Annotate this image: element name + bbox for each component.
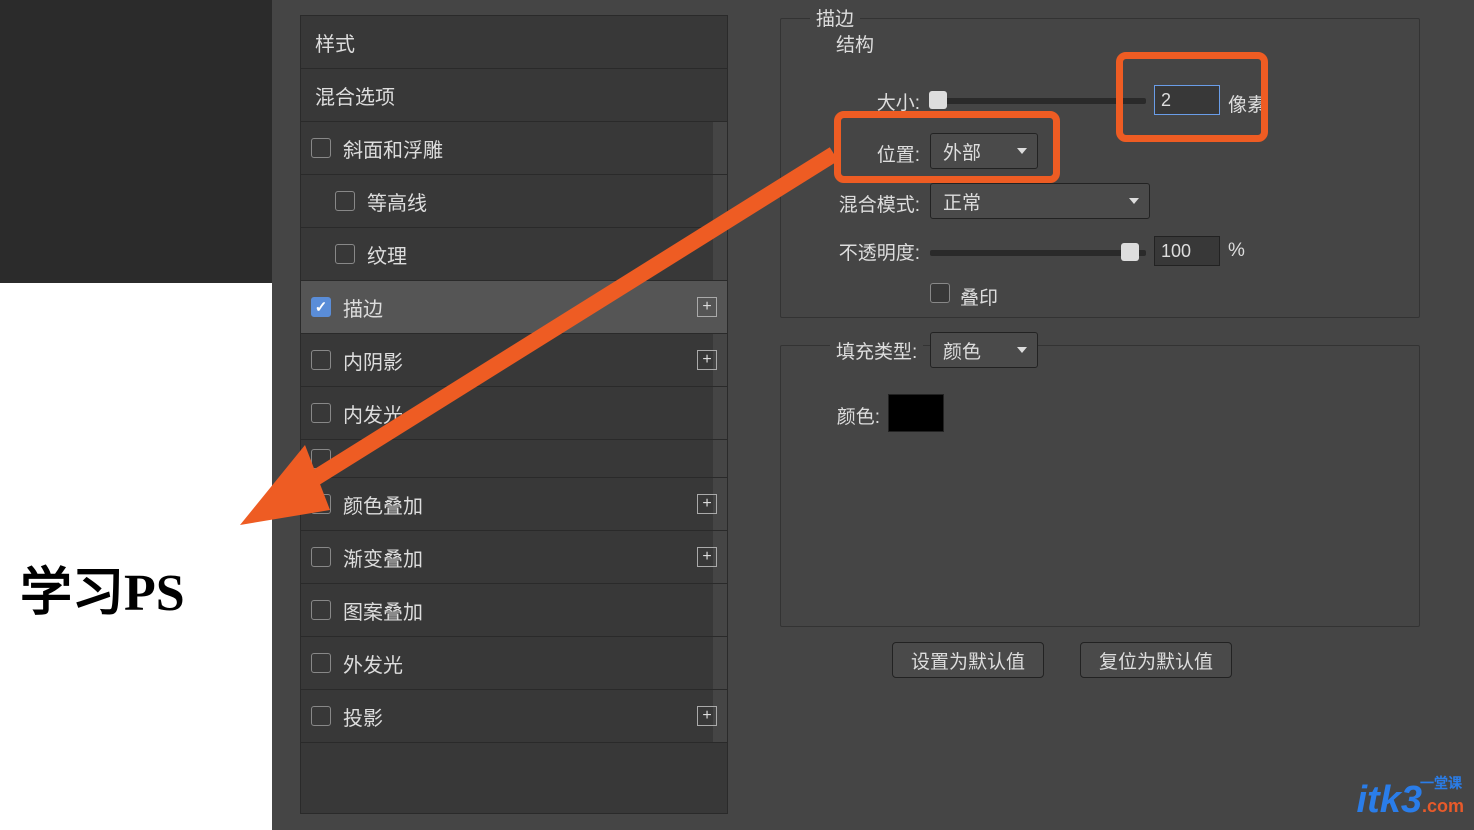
stroke-checkbox[interactable] xyxy=(311,297,331,317)
color-overlay-label: 颜色叠加 xyxy=(343,490,423,519)
styles-header-label: 样式 xyxy=(315,28,355,57)
canvas-area: 学习PS xyxy=(0,0,300,830)
reset-default-button[interactable]: 复位为默认值 xyxy=(1080,642,1232,678)
texture-label: 纹理 xyxy=(367,240,407,269)
size-unit: 像素 xyxy=(1228,90,1278,117)
pattern-overlay-row[interactable]: 图案叠加 xyxy=(301,584,727,637)
outer-glow-checkbox[interactable] xyxy=(311,653,331,673)
fill-type-value: 颜色 xyxy=(943,337,981,364)
pattern-overlay-label: 图案叠加 xyxy=(343,596,423,625)
pattern-overlay-checkbox[interactable] xyxy=(311,600,331,620)
inner-shadow-row[interactable]: 内阴影 + xyxy=(301,334,727,387)
styles-footer xyxy=(301,743,727,813)
overprint-checkbox[interactable] xyxy=(930,283,950,303)
gradient-overlay-checkbox[interactable] xyxy=(311,547,331,567)
gradient-overlay-label: 渐变叠加 xyxy=(343,543,423,572)
color-swatch[interactable] xyxy=(888,394,944,432)
color-label: 颜色: xyxy=(820,402,880,429)
inner-glow-label: 内发光 xyxy=(343,399,403,428)
stroke-title: 描边 xyxy=(810,4,860,31)
blend-mode-label: 混合模式: xyxy=(820,190,920,217)
watermark: 一堂课 itk3.com xyxy=(1357,779,1465,822)
fill-type-label: 填充类型: xyxy=(830,337,923,364)
opacity-unit: % xyxy=(1228,240,1258,262)
styles-panel: 样式 混合选项 斜面和浮雕 等高线 纹理 描边 + 内阴影 + xyxy=(300,15,728,814)
gradient-overlay-row[interactable]: 渐变叠加 + xyxy=(301,531,727,584)
blend-options-label: 混合选项 xyxy=(315,81,395,110)
size-slider-thumb[interactable] xyxy=(929,91,947,109)
inner-glow-checkbox[interactable] xyxy=(311,403,331,423)
reset-default-label: 复位为默认值 xyxy=(1099,647,1213,674)
add-icon[interactable]: + xyxy=(697,297,717,317)
satin-hidden-row[interactable] xyxy=(301,440,727,478)
blend-options-row[interactable]: 混合选项 xyxy=(301,69,727,122)
watermark-tld: .com xyxy=(1422,796,1464,816)
canvas-bg-dark xyxy=(0,0,272,283)
contour-row[interactable]: 等高线 xyxy=(301,175,727,228)
blend-mode-value: 正常 xyxy=(943,188,981,215)
add-icon[interactable]: + xyxy=(697,350,717,370)
chevron-down-icon xyxy=(1129,198,1139,204)
outer-glow-label: 外发光 xyxy=(343,649,403,678)
stroke-label: 描边 xyxy=(343,293,383,322)
texture-row[interactable]: 纹理 xyxy=(301,228,727,281)
add-icon[interactable]: + xyxy=(697,494,717,514)
drop-shadow-row[interactable]: 投影 + xyxy=(301,690,727,743)
stroke-row[interactable]: 描边 + xyxy=(301,281,727,334)
color-overlay-row[interactable]: 颜色叠加 + xyxy=(301,478,727,531)
outer-glow-row[interactable]: 外发光 xyxy=(301,637,727,690)
fill-type-dropdown[interactable]: 颜色 xyxy=(930,332,1038,368)
position-label: 位置: xyxy=(820,140,920,167)
opacity-label: 不透明度: xyxy=(800,238,920,265)
add-icon[interactable]: + xyxy=(697,706,717,726)
opacity-input[interactable] xyxy=(1154,236,1220,266)
blend-mode-dropdown[interactable]: 正常 xyxy=(930,183,1150,219)
watermark-brand: itk3 xyxy=(1357,779,1422,821)
size-slider[interactable] xyxy=(930,98,1146,104)
overprint-label: 叠印 xyxy=(960,283,1020,310)
size-label: 大小: xyxy=(820,88,920,115)
chevron-down-icon xyxy=(1017,148,1027,154)
position-dropdown[interactable]: 外部 xyxy=(930,133,1038,169)
structure-fieldset xyxy=(780,18,1420,318)
drop-shadow-label: 投影 xyxy=(343,702,383,731)
inner-shadow-label: 内阴影 xyxy=(343,346,403,375)
satin-checkbox[interactable] xyxy=(311,449,331,469)
bevel-emboss-checkbox[interactable] xyxy=(311,138,331,158)
watermark-cn: 一堂课 xyxy=(1420,773,1462,793)
layer-style-dialog: 样式 混合选项 斜面和浮雕 等高线 纹理 描边 + 内阴影 + xyxy=(300,0,1474,830)
contour-checkbox[interactable] xyxy=(335,191,355,211)
add-icon[interactable]: + xyxy=(697,547,717,567)
contour-label: 等高线 xyxy=(367,187,427,216)
inner-glow-row[interactable]: 内发光 xyxy=(301,387,727,440)
set-default-button[interactable]: 设置为默认值 xyxy=(892,642,1044,678)
position-value: 外部 xyxy=(943,138,981,165)
styles-header[interactable]: 样式 xyxy=(301,16,727,69)
opacity-slider[interactable] xyxy=(930,250,1146,256)
color-overlay-checkbox[interactable] xyxy=(311,494,331,514)
canvas-sample-text: 学习PS xyxy=(20,550,185,625)
chevron-down-icon xyxy=(1017,347,1027,353)
set-default-label: 设置为默认值 xyxy=(911,647,1025,674)
opacity-slider-thumb[interactable] xyxy=(1121,243,1139,261)
size-input[interactable] xyxy=(1154,85,1220,115)
fill-fieldset xyxy=(780,345,1420,627)
drop-shadow-checkbox[interactable] xyxy=(311,706,331,726)
structure-title: 结构 xyxy=(830,30,880,57)
bevel-emboss-label: 斜面和浮雕 xyxy=(343,134,443,163)
inner-shadow-checkbox[interactable] xyxy=(311,350,331,370)
bevel-emboss-row[interactable]: 斜面和浮雕 xyxy=(301,122,727,175)
texture-checkbox[interactable] xyxy=(335,244,355,264)
